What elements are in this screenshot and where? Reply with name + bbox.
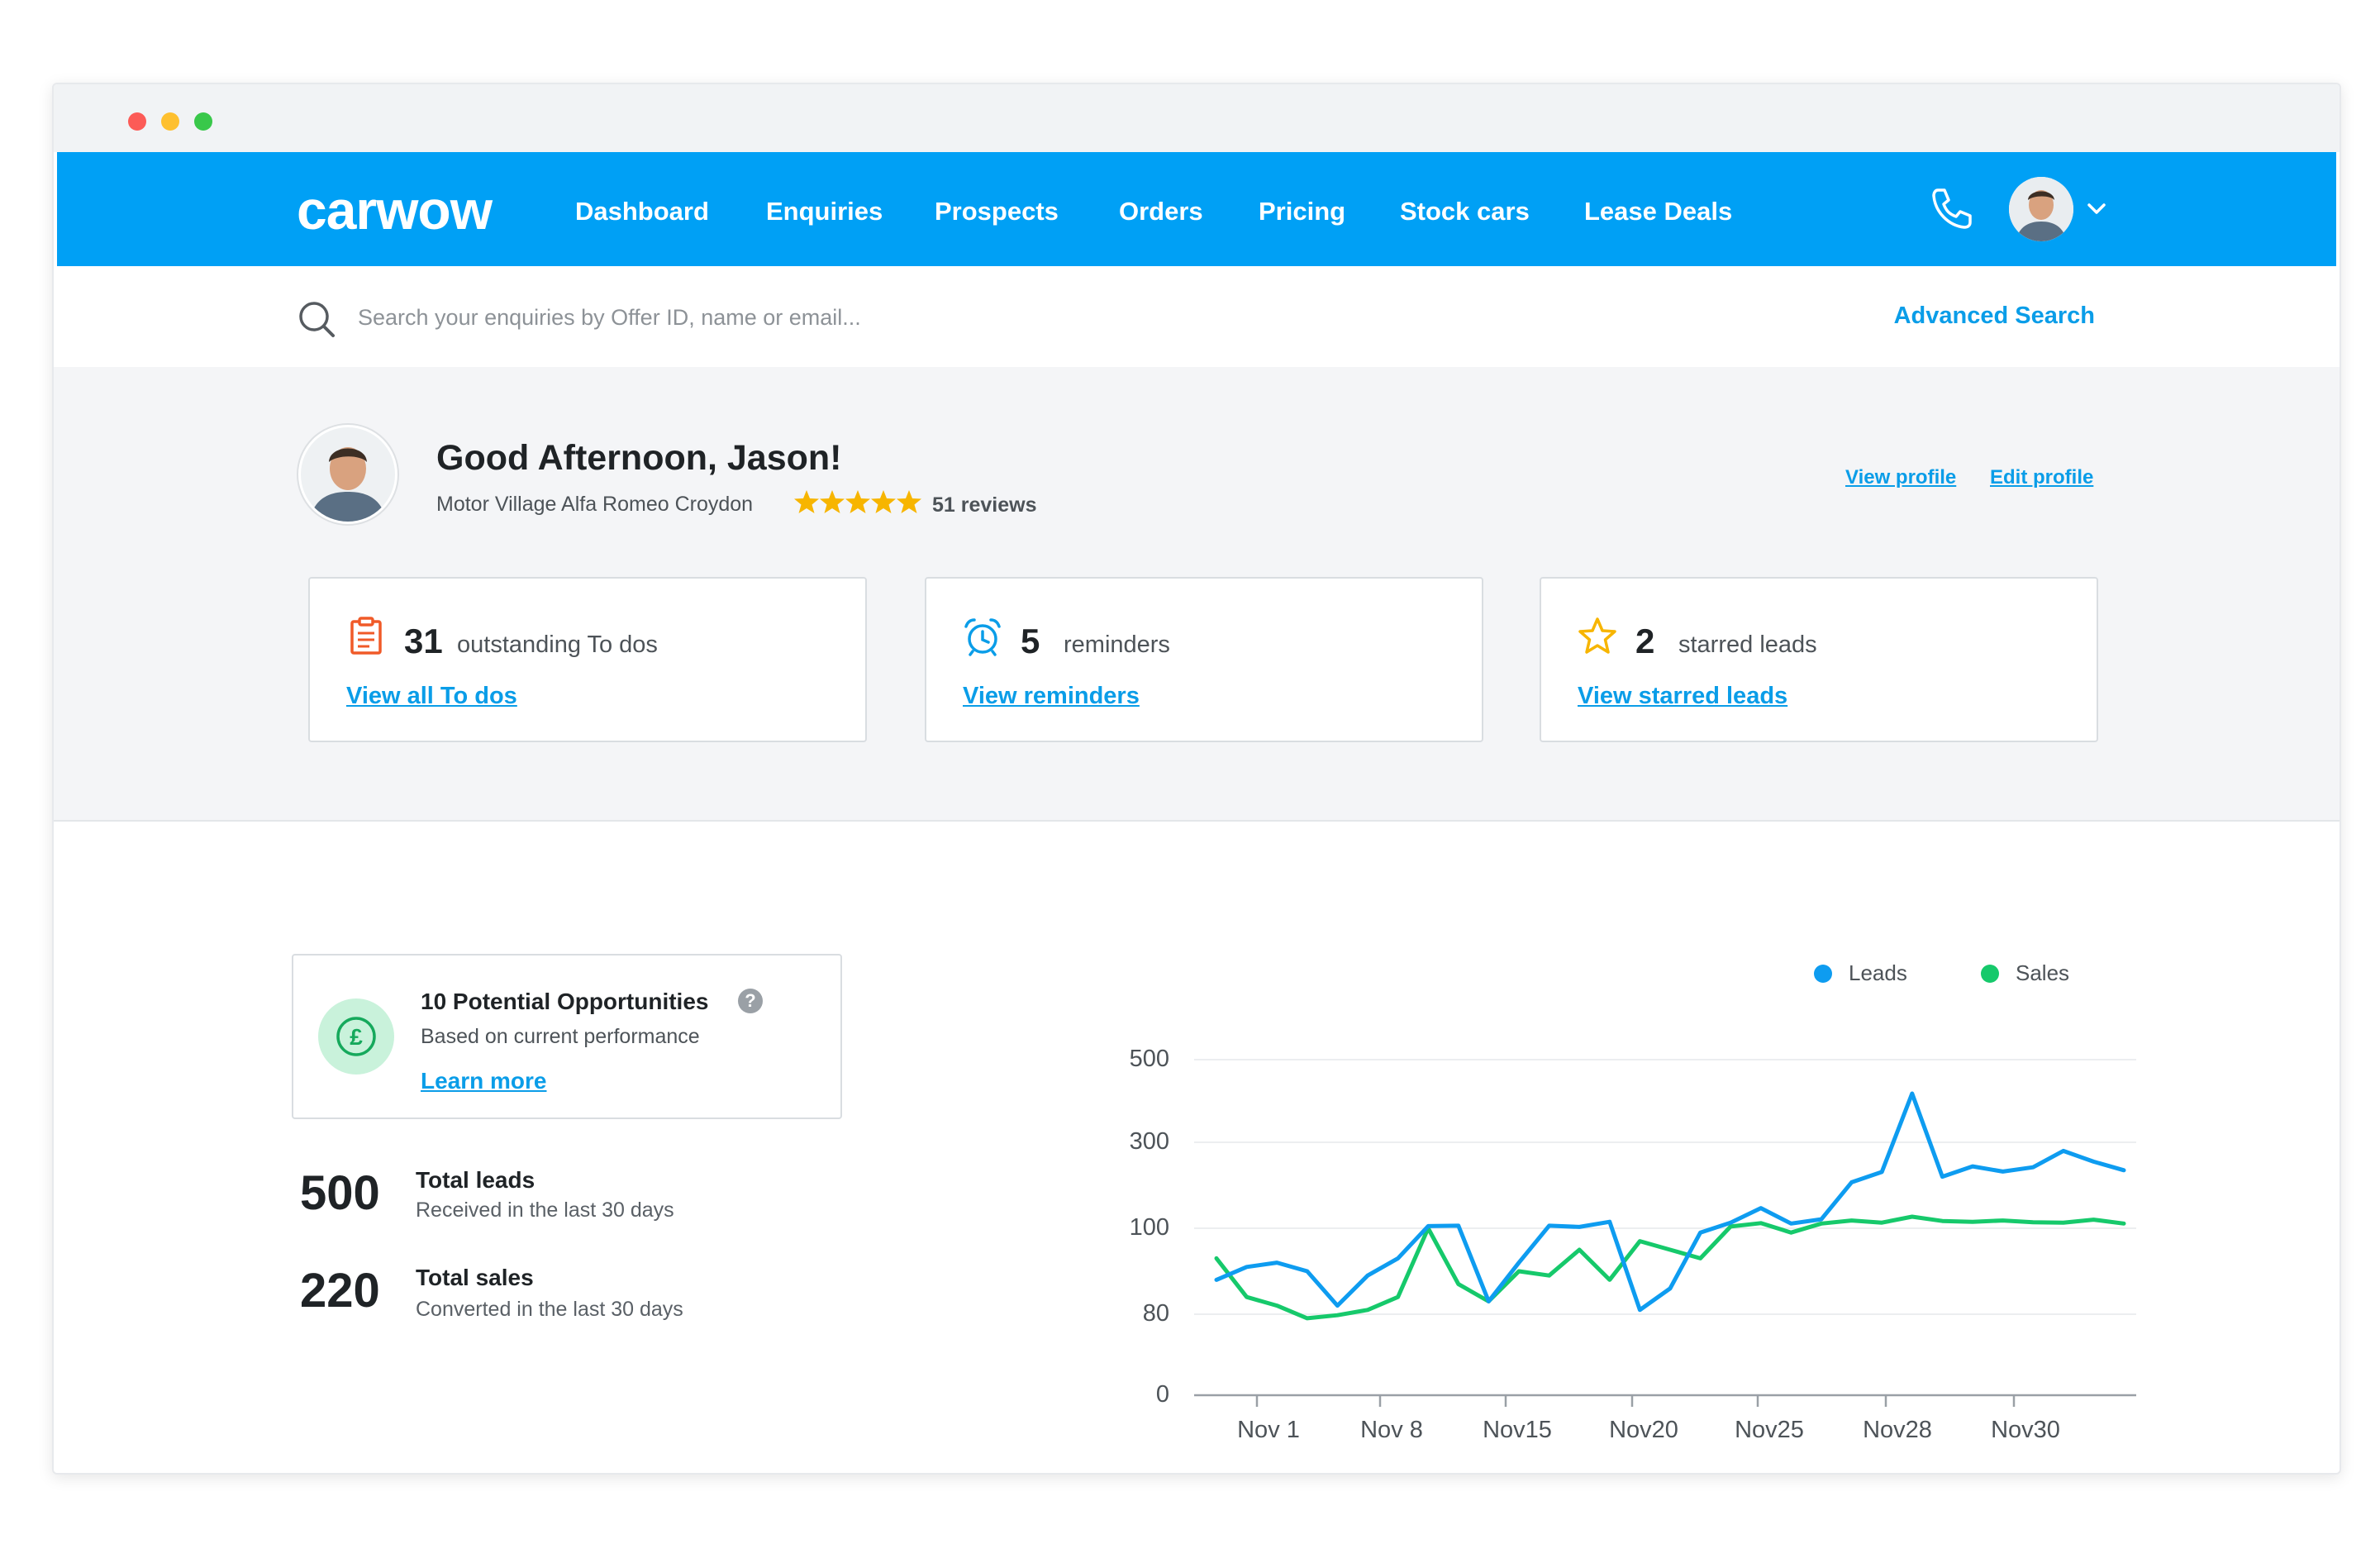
- search-icon: [299, 302, 335, 337]
- y-tick-label: 0: [1155, 1381, 1169, 1408]
- star-outline-icon: [1578, 617, 1616, 654]
- x-tick-label: Nov 1: [1237, 1417, 1300, 1443]
- x-tick-label: Nov 8: [1360, 1417, 1423, 1443]
- leads-sales-chart: Leads Sales 500 300 100 80 0 Nov 1 Nov 8 Nov15 N…: [1062, 952, 2219, 1465]
- y-tick-label: 80: [1142, 1300, 1169, 1327]
- x-tick-label: Nov28: [1863, 1417, 1932, 1443]
- window-titlebar: [54, 84, 2340, 152]
- total-sales-title: Total sales: [416, 1265, 534, 1290]
- browser-window: carwow Dashboard Enquiries Prospects Ord…: [52, 83, 2341, 1475]
- y-tick-label: 300: [1129, 1128, 1169, 1155]
- y-tick-label: 500: [1129, 1046, 1169, 1072]
- profile-avatar: [298, 425, 397, 524]
- clipboard-icon: [350, 617, 382, 655]
- nav-prospects[interactable]: Prospects: [935, 197, 1059, 226]
- edit-profile-link[interactable]: Edit profile: [1990, 466, 2093, 489]
- todos-card: 31 outstanding To dos View all To dos: [308, 577, 867, 742]
- close-window-button[interactable]: [128, 112, 146, 131]
- reminders-label: reminders: [1064, 631, 1170, 658]
- chart-plot-area: [1194, 1059, 2136, 1407]
- todos-label: outstanding To dos: [457, 631, 658, 658]
- y-tick-label: 100: [1129, 1214, 1169, 1241]
- starred-label: starred leads: [1678, 631, 1817, 658]
- learn-more-link[interactable]: Learn more: [421, 1068, 547, 1094]
- total-leads-subtitle: Received in the last 30 days: [416, 1199, 674, 1222]
- x-tick-label: Nov15: [1483, 1417, 1552, 1443]
- pound-icon: £: [318, 998, 394, 1075]
- rating-stars-icon: [794, 490, 921, 513]
- nav-orders[interactable]: Orders: [1119, 197, 1203, 226]
- view-starred-leads-link[interactable]: View starred leads: [1578, 683, 1787, 710]
- reminders-count: 5: [1021, 622, 1040, 660]
- phone-icon[interactable]: [1926, 183, 1976, 233]
- advanced-search-link[interactable]: Advanced Search: [1894, 303, 2095, 330]
- starred-count: 2: [1635, 622, 1655, 660]
- search-bar: Advanced Search: [57, 266, 2336, 369]
- greeting-title: Good Afternoon, Jason!: [436, 438, 842, 478]
- reminders-card: 5 reminders View reminders: [925, 577, 1483, 742]
- x-tick-label: Nov30: [1991, 1417, 2060, 1443]
- opportunities-subtitle: Based on current performance: [421, 1025, 700, 1048]
- opportunities-title: 10 Potential Opportunities: [421, 989, 709, 1014]
- total-sales-value: 220: [300, 1264, 380, 1318]
- series-line-sales: [1214, 1214, 2126, 1321]
- greeting-section: Good Afternoon, Jason! Motor Village Alf…: [54, 367, 2340, 822]
- starred-leads-card: 2 starred leads View starred leads: [1540, 577, 2098, 742]
- reviews-count: 51 reviews: [932, 493, 1037, 517]
- maximize-window-button[interactable]: [194, 112, 212, 131]
- total-sales-subtitle: Converted in the last 30 days: [416, 1298, 683, 1321]
- series-line-leads: [1214, 1091, 2126, 1313]
- total-leads-value: 500: [300, 1166, 380, 1220]
- x-tick-label: Nov20: [1609, 1417, 1678, 1443]
- nav-lease-deals[interactable]: Lease Deals: [1584, 197, 1732, 226]
- minimize-window-button[interactable]: [161, 112, 179, 131]
- search-input[interactable]: [356, 296, 1516, 339]
- view-profile-link[interactable]: View profile: [1845, 466, 1956, 489]
- view-all-todos-link[interactable]: View all To dos: [346, 683, 517, 710]
- user-avatar[interactable]: [2009, 177, 2073, 241]
- nav-enquiries[interactable]: Enquiries: [766, 197, 883, 226]
- svg-text:£: £: [350, 1024, 363, 1050]
- total-leads-title: Total leads: [416, 1167, 536, 1193]
- view-reminders-link[interactable]: View reminders: [963, 683, 1140, 710]
- opportunities-card: £ 10 Potential Opportunities ? Based on …: [292, 954, 842, 1119]
- carwow-logo[interactable]: carwow: [297, 179, 493, 241]
- alarm-clock-icon: [964, 618, 1001, 656]
- nav-stock-cars[interactable]: Stock cars: [1400, 197, 1530, 226]
- help-icon[interactable]: ?: [738, 989, 763, 1013]
- chevron-down-icon[interactable]: [2085, 198, 2108, 218]
- x-tick-label: Nov25: [1735, 1417, 1804, 1443]
- nav-pricing[interactable]: Pricing: [1259, 197, 1345, 226]
- nav-dashboard[interactable]: Dashboard: [575, 197, 709, 226]
- top-navbar: carwow Dashboard Enquiries Prospects Ord…: [57, 152, 2336, 266]
- todos-count: 31: [404, 622, 443, 660]
- dealer-name: Motor Village Alfa Romeo Croydon: [436, 493, 754, 516]
